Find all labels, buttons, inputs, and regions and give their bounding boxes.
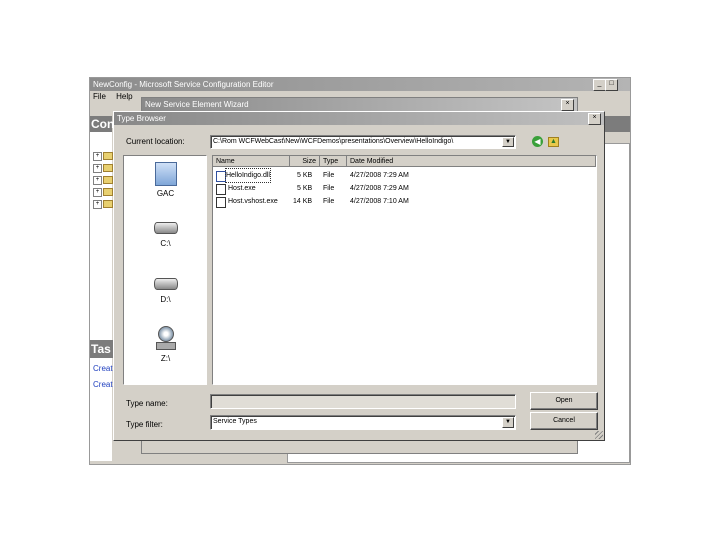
file-name: Host.vshost.exe <box>228 198 278 205</box>
folder-icon <box>103 188 113 196</box>
chevron-down-icon[interactable]: ▼ <box>502 137 514 147</box>
type-filter-select[interactable]: Service Types ▼ <box>210 415 516 430</box>
type-filter-label: Type filter: <box>126 420 163 429</box>
tree-expand-1[interactable]: + <box>93 152 102 161</box>
file-type: File <box>323 198 335 205</box>
cancel-button-label: Cancel <box>553 417 575 424</box>
column-header-type[interactable]: Type <box>320 156 347 167</box>
open-button-label: Open <box>555 397 573 404</box>
file-type: File <box>323 172 335 179</box>
wizard-close-button[interactable]: × <box>561 99 574 111</box>
file-row[interactable]: HelloIndigo.dll 5 KB File 4/27/2008 7:29… <box>213 168 596 183</box>
file-name: HelloIndigo.dll <box>225 168 271 183</box>
tree-expand-5[interactable]: + <box>93 200 102 209</box>
gac-icon <box>154 162 177 186</box>
current-location-value: C:\Rom WCFWebCast\New\WCFDemos\presentat… <box>213 138 454 145</box>
file-date: 4/27/2008 7:29 AM <box>350 185 409 192</box>
place-drive-d[interactable]: D:\ <box>124 278 207 304</box>
menu-help[interactable]: Help <box>116 92 132 101</box>
place-drive-c[interactable]: C:\ <box>124 222 207 248</box>
place-gac[interactable]: GAC <box>124 162 207 198</box>
tree-expand-4[interactable]: + <box>93 188 102 197</box>
wizard-titlebar: New Service Element Wizard × <box>142 98 577 111</box>
drive-icon <box>153 222 178 234</box>
file-size: 14 KB <box>293 198 313 205</box>
file-row[interactable]: Host.vshost.exe 14 KB File 4/27/2008 7:1… <box>213 195 596 208</box>
type-name-label: Type name: <box>126 399 168 408</box>
file-name: Host.exe <box>228 185 256 192</box>
wizard-title: New Service Element Wizard <box>145 100 249 109</box>
column-header-date[interactable]: Date Modified <box>347 156 596 167</box>
cancel-button[interactable]: Cancel <box>530 412 598 430</box>
current-location-select[interactable]: C:\Rom WCFWebCast\New\WCFDemos\presentat… <box>210 135 516 149</box>
back-arrow-icon[interactable]: ◀ <box>532 136 543 147</box>
file-type: File <box>323 185 335 192</box>
main-window-titlebar: NewConfig - Microsoft Service Configurat… <box>90 78 630 91</box>
type-browser-title: Type Browser <box>117 114 166 123</box>
exe-file-icon <box>216 184 226 195</box>
file-date: 4/27/2008 7:29 AM <box>350 172 409 179</box>
type-browser-close-button[interactable]: × <box>588 113 601 125</box>
exe-file-icon <box>216 197 226 208</box>
type-filter-value: Service Types <box>213 418 257 425</box>
place-drive-z[interactable]: Z:\ <box>124 326 207 363</box>
tree-expand-2[interactable]: + <box>93 164 102 173</box>
folder-icon <box>103 164 113 172</box>
file-list[interactable]: Name Size Type Date Modified HelloIndigo… <box>212 155 597 385</box>
column-header-size[interactable]: Size <box>290 156 320 167</box>
up-folder-icon[interactable]: ▲ <box>548 137 559 147</box>
current-location-label: Current location: <box>126 137 185 146</box>
type-browser-titlebar: Type Browser × <box>114 112 604 125</box>
place-gac-label: GAC <box>156 189 175 198</box>
open-button[interactable]: Open <box>530 392 598 410</box>
file-row[interactable]: Host.exe 5 KB File 4/27/2008 7:29 AM <box>213 182 596 195</box>
folder-icon <box>103 200 113 208</box>
type-name-field[interactable] <box>210 394 516 409</box>
file-date: 4/27/2008 7:10 AM <box>350 198 409 205</box>
resize-grip-icon[interactable] <box>595 431 603 439</box>
file-size: 5 KB <box>297 185 313 192</box>
place-drive-d-label: D:\ <box>160 295 171 304</box>
task-link-1[interactable]: Creat <box>93 364 113 373</box>
column-header-name[interactable]: Name <box>213 156 290 167</box>
file-size: 5 KB <box>297 172 313 179</box>
configuration-header: Con <box>90 116 115 132</box>
chevron-down-icon[interactable]: ▼ <box>502 417 514 428</box>
places-bar: GAC C:\ D:\ Z:\ <box>123 155 207 385</box>
removable-drive-icon <box>157 326 174 342</box>
left-panel: Con + + + + + Tas Creat Creat <box>90 116 115 461</box>
folder-icon <box>103 152 113 160</box>
dll-file-icon <box>216 171 226 182</box>
drive-icon <box>153 278 178 290</box>
place-drive-c-label: C:\ <box>160 239 171 248</box>
tasks-header: Tas <box>90 340 113 358</box>
task-link-2[interactable]: Creat <box>93 380 113 389</box>
drive-base <box>155 342 176 350</box>
main-content-header <box>602 116 630 132</box>
tree-expand-3[interactable]: + <box>93 176 102 185</box>
folder-icon <box>103 176 113 184</box>
maximize-button[interactable]: □ <box>605 79 618 91</box>
main-window-title: NewConfig - Microsoft Service Configurat… <box>93 80 274 89</box>
place-drive-z-label: Z:\ <box>160 354 171 363</box>
menu-file[interactable]: File <box>93 92 106 101</box>
type-browser-dialog: Type Browser × Current location: C:\Rom … <box>113 111 605 441</box>
